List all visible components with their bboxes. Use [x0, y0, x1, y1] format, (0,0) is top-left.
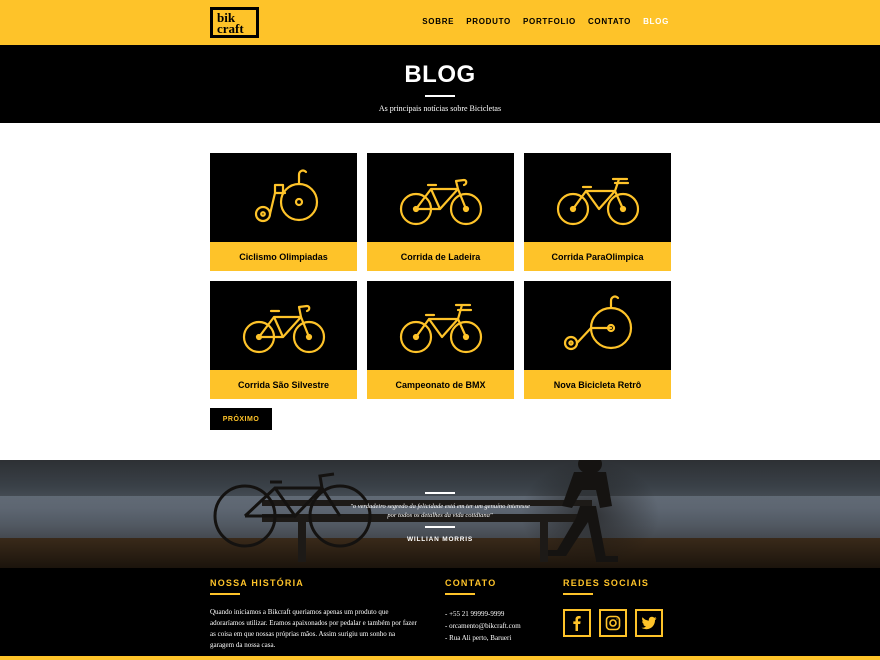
- footer-contact: CONTATO - +55 21 99999-9999 - orcamento@…: [445, 578, 521, 644]
- quote-block: "o verdadeiro segredo da felicidade está…: [0, 492, 880, 543]
- card-title: Nova Bicicleta Retrô: [524, 370, 671, 399]
- instagram-icon: [605, 615, 621, 631]
- logo[interactable]: bik craft: [210, 7, 259, 38]
- nav-item-contato[interactable]: CONTATO: [588, 17, 631, 26]
- city-bike-icon: [399, 303, 482, 353]
- footer-social: REDES SOCIAIS: [563, 578, 663, 637]
- road-bike-icon: [399, 178, 482, 225]
- blog-grid: Ciclismo Olimpiadas Corrida de Ladeira C…: [210, 153, 671, 399]
- site-header: bik craft SOBRE PRODUTO PORTFOLIO CONTAT…: [0, 0, 880, 45]
- footer-contact-title: CONTATO: [445, 578, 497, 588]
- contact-address: - Rua Ali perto, Barueri: [445, 634, 512, 642]
- nav-item-produto[interactable]: PRODUTO: [466, 17, 511, 26]
- instagram-button[interactable]: [599, 609, 627, 637]
- card-image: [367, 281, 514, 370]
- penny-farthing-icon: [254, 168, 318, 222]
- nav-item-blog[interactable]: BLOG: [643, 17, 669, 26]
- footer-social-title: REDES SOCIAIS: [563, 578, 650, 588]
- blog-card[interactable]: Corrida de Ladeira: [367, 153, 514, 271]
- footer-history-divider: [210, 593, 240, 595]
- quote-section: "o verdadeiro segredo da felicidade está…: [0, 460, 880, 568]
- card-title: Corrida São Silvestre: [210, 370, 357, 399]
- quote-author: WILLIAN MORRIS: [406, 536, 474, 543]
- card-title: Ciclismo Olimpiadas: [210, 242, 357, 271]
- blog-card[interactable]: Corrida ParaOlimpica: [524, 153, 671, 271]
- card-title: Campeonato de BMX: [367, 370, 514, 399]
- page-title: BLOG: [404, 61, 476, 88]
- footer-contact-divider: [445, 593, 475, 595]
- facebook-button[interactable]: [563, 609, 591, 637]
- contact-list: - +55 21 99999-9999 - orcamento@bikcraft…: [445, 608, 521, 644]
- card-image: [524, 153, 671, 242]
- site-footer: NOSSA HISTÓRIA Quando iniciamos a Bikcra…: [0, 568, 880, 660]
- card-title: Corrida ParaOlimpica: [524, 242, 671, 271]
- card-image: [210, 281, 357, 370]
- card-image: [524, 281, 671, 370]
- penny-farthing-icon: [563, 294, 632, 350]
- footer-social-divider: [563, 593, 593, 595]
- logo-line-2: craft: [217, 21, 244, 36]
- title-divider: [425, 95, 455, 97]
- footer-accent-bar: [0, 656, 880, 660]
- facebook-icon: [573, 616, 581, 631]
- social-links: [563, 609, 663, 637]
- main-nav: SOBRE PRODUTO PORTFOLIO CONTATO BLOG: [422, 17, 669, 26]
- card-image: [210, 153, 357, 242]
- blog-card[interactable]: Corrida São Silvestre: [210, 281, 357, 399]
- blog-card[interactable]: Ciclismo Olimpiadas: [210, 153, 357, 271]
- quote-divider-bottom: [425, 526, 455, 528]
- quote-text: "o verdadeiro segredo da felicidade está…: [350, 503, 530, 519]
- nav-item-portfolio[interactable]: PORTFOLIO: [523, 17, 576, 26]
- footer-history-text: Quando iniciamos a Bikcraft queriamos ap…: [210, 608, 417, 649]
- twitter-icon: [641, 616, 657, 630]
- card-image: [367, 153, 514, 242]
- contact-email[interactable]: - orcamento@bikcraft.com: [445, 620, 521, 632]
- city-bike-icon: [556, 177, 639, 225]
- card-title: Corrida de Ladeira: [367, 242, 514, 271]
- blog-card[interactable]: Nova Bicicleta Retrô: [524, 281, 671, 399]
- page-header: BLOG As principais notícias sobre Bicicl…: [0, 45, 880, 123]
- footer-history: NOSSA HISTÓRIA Quando iniciamos a Bikcra…: [210, 578, 420, 651]
- road-bike-icon: [242, 304, 325, 353]
- twitter-button[interactable]: [635, 609, 663, 637]
- contact-phone[interactable]: - +55 21 99999-9999: [445, 608, 521, 620]
- page-subtitle: As principais notícias sobre Bicicletas: [378, 104, 502, 113]
- quote-divider-top: [425, 492, 455, 494]
- next-page-button[interactable]: PRÓXIMO: [210, 408, 272, 430]
- footer-history-title: NOSSA HISTÓRIA: [210, 578, 304, 588]
- blog-card[interactable]: Campeonato de BMX: [367, 281, 514, 399]
- nav-item-sobre[interactable]: SOBRE: [422, 17, 454, 26]
